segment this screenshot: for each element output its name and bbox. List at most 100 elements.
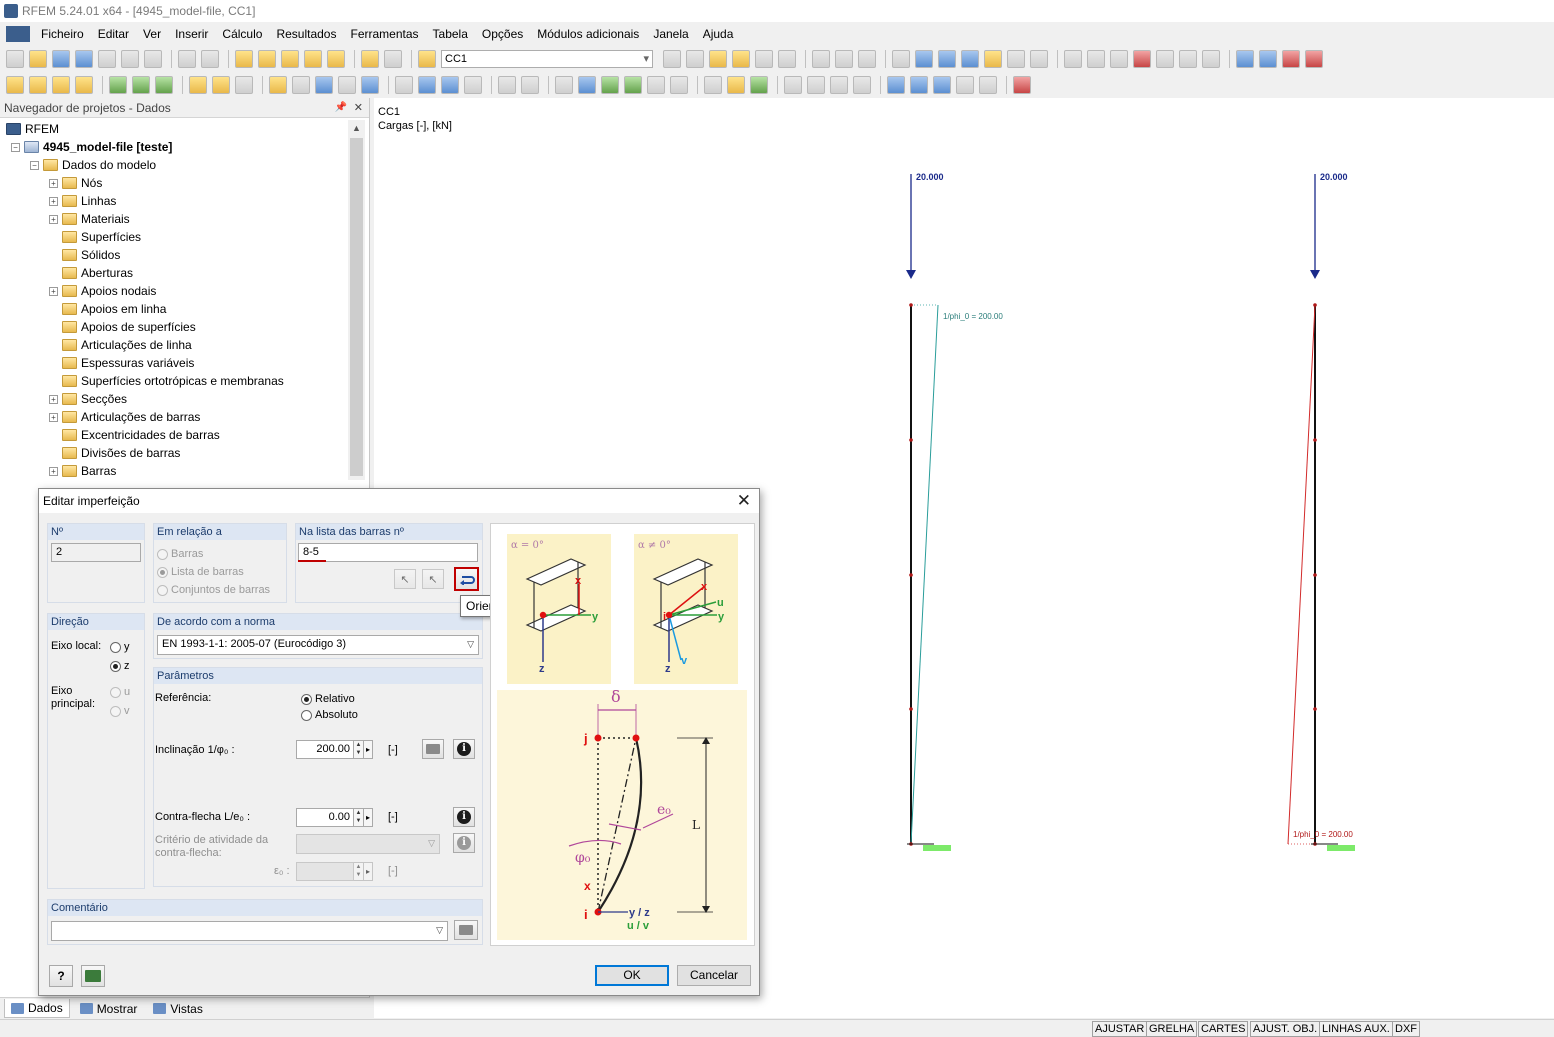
export-icon[interactable] bbox=[1282, 50, 1300, 68]
render-icon[interactable] bbox=[1030, 50, 1048, 68]
node[interactable] bbox=[909, 573, 913, 577]
menu-calculo[interactable]: Cálculo bbox=[215, 27, 269, 41]
results-icon[interactable] bbox=[281, 50, 299, 68]
export-icon[interactable] bbox=[1305, 50, 1323, 68]
redo-icon[interactable] bbox=[201, 50, 219, 68]
sync-icon[interactable] bbox=[304, 50, 322, 68]
support-left[interactable] bbox=[923, 845, 951, 851]
node[interactable] bbox=[1313, 303, 1317, 307]
activity-info-button[interactable]: i bbox=[453, 833, 475, 853]
menu-ferramentas[interactable]: Ferramentas bbox=[343, 27, 425, 41]
inclination-info-button[interactable]: i bbox=[453, 739, 475, 759]
tree-item-line-supports[interactable]: Apoios em linha bbox=[0, 300, 348, 318]
tool-icon[interactable] bbox=[830, 76, 848, 94]
collapse-icon[interactable]: − bbox=[11, 142, 20, 152]
radio-axis-v[interactable]: v bbox=[110, 705, 130, 717]
load-icon[interactable] bbox=[235, 76, 253, 94]
inclination-menu-arrow[interactable]: ▸ bbox=[364, 740, 373, 759]
tree-item-surface-supports[interactable]: Apoios de superfícies bbox=[0, 318, 348, 336]
support-icon[interactable] bbox=[109, 76, 127, 94]
tab-views[interactable]: Vistas bbox=[147, 1000, 208, 1018]
check-icon[interactable] bbox=[1013, 76, 1031, 94]
axis-icon[interactable] bbox=[887, 76, 905, 94]
tree-item-model-data[interactable]: − Dados do modelo bbox=[0, 156, 348, 174]
precamber-menu-arrow[interactable]: ▸ bbox=[364, 808, 373, 827]
member-icon[interactable] bbox=[52, 76, 70, 94]
load-case-icon[interactable] bbox=[418, 50, 436, 68]
scroll-up-icon[interactable]: ▲ bbox=[348, 120, 365, 137]
tab-data[interactable]: Dados bbox=[4, 999, 70, 1018]
view-icon[interactable] bbox=[858, 50, 876, 68]
imperfection-left[interactable] bbox=[910, 304, 939, 845]
delete-icon[interactable] bbox=[1133, 50, 1151, 68]
tree-item-variable-thickness[interactable]: Espessuras variáveis bbox=[0, 354, 348, 372]
edit-icon[interactable] bbox=[235, 50, 253, 68]
collapse-icon[interactable]: − bbox=[30, 160, 39, 170]
show-results-icon[interactable] bbox=[755, 50, 773, 68]
comment-library-button[interactable] bbox=[454, 920, 478, 940]
radio-members[interactable]: Barras bbox=[157, 548, 203, 560]
tree-item-nodes[interactable]: + Nós bbox=[0, 174, 348, 192]
norm-select[interactable]: EN 1993-1-1: 2005-07 (Eurocódigo 3) ▽ bbox=[157, 635, 479, 655]
view-icon[interactable] bbox=[835, 50, 853, 68]
ok-button[interactable]: OK bbox=[595, 965, 669, 986]
tree-item-members[interactable]: + Barras bbox=[0, 462, 348, 480]
mirror-icon[interactable] bbox=[1110, 50, 1128, 68]
tree-item-materials[interactable]: + Materiais bbox=[0, 210, 348, 228]
expand-icon[interactable]: + bbox=[49, 394, 58, 404]
load-icon[interactable] bbox=[189, 76, 207, 94]
save-all-icon[interactable] bbox=[98, 50, 116, 68]
menu-ajuda[interactable]: Ajuda bbox=[696, 27, 741, 41]
grid-icon[interactable] bbox=[892, 50, 910, 68]
radio-axis-u[interactable]: u bbox=[110, 686, 130, 698]
pick-members-list-button[interactable]: ↖ bbox=[422, 569, 444, 589]
radio-member-list[interactable]: Lista de barras bbox=[157, 566, 244, 578]
expand-icon[interactable]: + bbox=[49, 412, 58, 422]
radio-member-sets[interactable]: Conjuntos de barras bbox=[157, 584, 270, 596]
model-icon[interactable] bbox=[292, 76, 310, 94]
tree-item-member-divisions[interactable]: Divisões de barras bbox=[0, 444, 348, 462]
table-toggle-icon[interactable] bbox=[384, 50, 402, 68]
inclination-spinner[interactable]: ▲ ▼ bbox=[354, 740, 364, 759]
tree-item-sections[interactable]: + Secções bbox=[0, 390, 348, 408]
dimension-icon[interactable] bbox=[441, 76, 459, 94]
precamber-info-button[interactable]: i bbox=[453, 807, 475, 827]
status-snap[interactable]: AJUSTAR bbox=[1092, 1021, 1148, 1037]
view-icon[interactable] bbox=[812, 50, 830, 68]
units-button[interactable] bbox=[81, 965, 105, 987]
dimension-icon[interactable] bbox=[395, 76, 413, 94]
menu-tabela[interactable]: Tabela bbox=[426, 27, 475, 41]
surface-icon[interactable] bbox=[75, 76, 93, 94]
menu-editar[interactable]: Editar bbox=[91, 27, 136, 41]
load-case-select[interactable]: CC1 bbox=[441, 50, 653, 68]
export-icon[interactable] bbox=[1236, 50, 1254, 68]
node[interactable] bbox=[909, 707, 913, 711]
mesh-icon[interactable] bbox=[915, 50, 933, 68]
tree-item-surfaces[interactable]: Superfícies bbox=[0, 228, 348, 246]
show-loads-icon[interactable] bbox=[709, 50, 727, 68]
guide-icon[interactable] bbox=[498, 76, 516, 94]
color-icon[interactable] bbox=[750, 76, 768, 94]
expand-icon[interactable]: + bbox=[49, 196, 58, 206]
status-dxf[interactable]: DXF bbox=[1392, 1021, 1420, 1037]
dimension-icon[interactable] bbox=[464, 76, 482, 94]
menu-janela[interactable]: Janela bbox=[646, 27, 695, 41]
axis-icon[interactable] bbox=[933, 76, 951, 94]
save-icon[interactable] bbox=[75, 50, 93, 68]
load-icon[interactable] bbox=[212, 76, 230, 94]
print-preview-icon[interactable] bbox=[144, 50, 162, 68]
model-icon[interactable] bbox=[269, 76, 287, 94]
tree-item-solids[interactable]: Sólidos bbox=[0, 246, 348, 264]
tool-icon[interactable] bbox=[807, 76, 825, 94]
render-icon[interactable] bbox=[938, 50, 956, 68]
hinge-icon[interactable] bbox=[132, 76, 150, 94]
axis-icon[interactable] bbox=[956, 76, 974, 94]
zoom-icon[interactable] bbox=[258, 50, 276, 68]
guide-icon[interactable] bbox=[521, 76, 539, 94]
print-icon[interactable] bbox=[121, 50, 139, 68]
open-file-icon[interactable] bbox=[29, 50, 47, 68]
select-icon[interactable] bbox=[1064, 50, 1082, 68]
node[interactable] bbox=[1313, 438, 1317, 442]
color-icon[interactable] bbox=[727, 76, 745, 94]
undo-icon[interactable] bbox=[178, 50, 196, 68]
